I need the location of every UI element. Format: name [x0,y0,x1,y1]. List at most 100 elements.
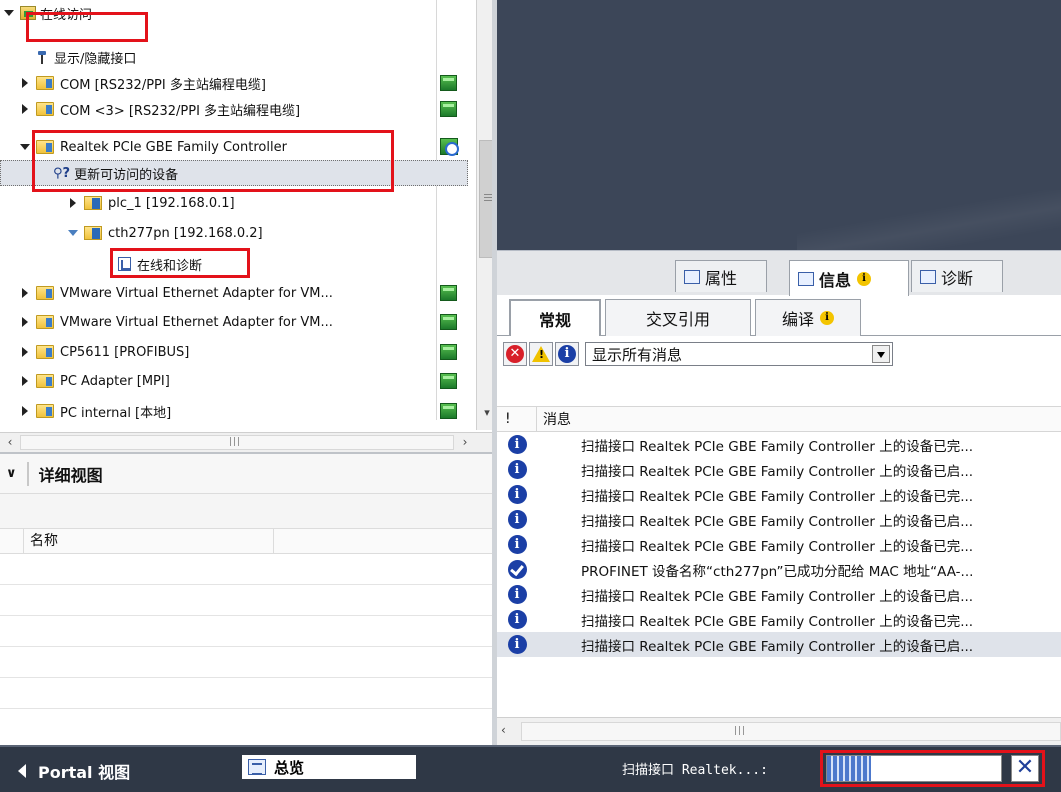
chevron-down-icon[interactable]: ∨ [6,466,17,481]
selected-filter-value: 显示所有消息 [592,345,683,364]
tree-item-label: CP5611 [PROFIBUS] [60,344,190,360]
collapse-arrow-icon[interactable] [68,228,78,238]
filter-errors-button[interactable]: ✕ [503,342,527,366]
error-icon: ✕ [506,345,524,363]
interface-folder-icon [36,315,54,329]
column-message-header[interactable]: 消息 [537,409,571,429]
table-row[interactable]: i 扫描接口 Realtek PCIe GBE Family Controller… [497,632,1061,657]
message-icon-cell: i [497,610,537,629]
list-item [0,585,496,616]
detail-view-header[interactable]: ∨ 详细视图 [0,454,496,494]
message-text: 扫描接口 Realtek PCIe GBE Family Controller … [581,588,974,605]
column-spacer [0,529,24,553]
table-row[interactable]: i 扫描接口 Realtek PCIe GBE Family Controller… [497,432,1061,457]
interface-folder-icon [36,76,54,90]
cancel-scan-button[interactable]: ✕ [1011,755,1039,782]
portal-view-label: Portal 视图 [38,763,131,782]
tree-item-cp5611[interactable]: CP5611 [PROFIBUS] [0,339,476,365]
tab-cross-references[interactable]: 交叉引用 [605,299,751,336]
tab-diagnostics[interactable]: 诊断 [911,260,1003,292]
list-item [0,616,496,647]
table-row[interactable]: i 扫描接口 Realtek PCIe GBE Family Controller… [497,507,1061,532]
tab-label: 编译 [781,310,814,329]
tree-item-plc-1[interactable]: plc_1 [192.168.0.1] [0,190,476,216]
column-flag-header[interactable]: ! [497,407,537,431]
tab-properties[interactable]: 属性 [675,260,767,292]
tree-item-com3-rs232[interactable]: COM <3> [RS232/PPI 多主站编程电缆] [0,96,476,122]
tree-item-label: PC Adapter [MPI] [60,373,170,389]
scan-progress-bar [826,755,1002,782]
scroll-left-icon[interactable]: ‹ [501,723,506,737]
tree-item-realtek-controller[interactable]: Realtek PCIe GBE Family Controller [0,134,476,160]
table-row[interactable]: i 扫描接口 Realtek PCIe GBE Family Controller… [497,532,1061,557]
tree-item-vmware-adapter-2[interactable]: VMware Virtual Ethernet Adapter for VM..… [0,309,476,335]
table-row[interactable]: i 扫描接口 Realtek PCIe GBE Family Controller… [497,482,1061,507]
online-status-icon [440,373,457,389]
tab-compile[interactable]: 编译 i [755,299,861,336]
scrollbar-thumb[interactable]: ||| [20,435,454,450]
diagnostics-tab-icon [920,269,936,284]
tree-item-show-hide-interfaces[interactable]: 显示/隐藏接口 [0,44,476,70]
tab-info[interactable]: 信息 i [789,260,909,297]
online-status-icon [440,285,457,301]
chevron-down-icon[interactable] [872,345,890,363]
online-sync-status-icon [440,138,459,156]
overview-icon [248,759,266,775]
scrollbar-thumb[interactable]: ||| [521,722,1061,741]
tab-label: 信息 [819,271,852,290]
tree-item-online-access[interactable]: 在线访问 [0,0,476,26]
expand-arrow-icon[interactable] [68,198,78,208]
tree-item-label: 在线和诊断 [137,258,203,274]
expand-arrow-icon[interactable] [20,288,30,298]
collapse-arrow-icon[interactable] [4,8,14,18]
tree-item-pc-internal[interactable]: PC internal [本地] [0,398,476,424]
filter-warnings-button[interactable] [529,342,553,366]
table-row[interactable]: i 扫描接口 Realtek PCIe GBE Family Controller… [497,457,1061,482]
tree-item-com-rs232[interactable]: COM [RS232/PPI 多主站编程电缆] [0,70,476,96]
progress-fill [827,756,871,781]
online-status-icon [440,101,457,117]
collapse-arrow-icon[interactable] [20,142,30,152]
properties-icon [684,269,700,284]
tree-item-label: VMware Virtual Ethernet Adapter for VM..… [60,285,333,301]
status-bar: Portal 视图 总览 扫描接口 Realtek...: ✕ [0,745,1061,792]
scroll-left-icon[interactable]: ‹ [1,434,19,451]
expand-arrow-icon[interactable] [20,406,30,416]
message-table-header: ! 消息 [497,406,1061,432]
scroll-right-icon[interactable]: › [456,434,474,451]
tree-item-label: 在线访问 [40,7,93,23]
message-text: PROFINET 设备名称“cth277pn”已成功分配给 MAC 地址“AA-… [581,563,974,580]
expand-arrow-icon[interactable] [20,347,30,357]
tree-item-pc-adapter[interactable]: PC Adapter [MPI] [0,368,476,394]
message-text: 扫描接口 Realtek PCIe GBE Family Controller … [581,613,974,630]
tree-item-label: cth277pn [192.168.0.2] [108,225,263,241]
table-row[interactable]: i 扫描接口 Realtek PCIe GBE Family Controller… [497,607,1061,632]
message-filter-select[interactable]: 显示所有消息 [585,342,893,366]
expand-arrow-icon[interactable] [20,317,30,327]
message-icon-cell: i [497,585,537,604]
expand-arrow-icon[interactable] [20,78,30,88]
info-icon: i [507,585,527,604]
expand-arrow-icon[interactable] [20,104,30,114]
table-row[interactable]: PROFINET 设备名称“cth277pn”已成功分配给 MAC 地址“AA-… [497,557,1061,582]
list-item [0,678,496,709]
tree-horizontal-scrollbar[interactable]: ‹ ||| › [0,432,496,452]
detail-view-column-header: 名称 [0,528,496,554]
expand-arrow-icon[interactable] [20,376,30,386]
update-devices-icon: ⚲? [53,165,71,181]
tree-item-label: 显示/隐藏接口 [54,51,137,67]
portal-view-button[interactable]: Portal 视图 [18,759,130,783]
column-name-header[interactable]: 名称 [24,529,274,553]
tree-item-cth277pn[interactable]: cth277pn [192.168.0.2] [0,220,476,246]
tree-item-update-accessible-devices[interactable]: ⚲? 更新可访问的设备 [0,160,468,186]
info-icon: i [507,610,527,629]
table-row[interactable]: i 扫描接口 Realtek PCIe GBE Family Controller… [497,582,1061,607]
message-text: 扫描接口 Realtek PCIe GBE Family Controller … [581,438,974,455]
detail-view-panel: ∨ 详细视图 名称 [0,452,496,744]
overview-button[interactable]: 总览 [242,755,416,779]
tree-item-vmware-adapter-1[interactable]: VMware Virtual Ethernet Adapter for VM..… [0,280,476,306]
filter-info-button[interactable]: i [555,342,579,366]
tab-general[interactable]: 常规 [509,299,601,336]
tree-item-online-diagnostics[interactable]: 在线和诊断 [0,251,476,277]
message-horizontal-scrollbar[interactable]: ‹ ||| [497,717,1061,745]
